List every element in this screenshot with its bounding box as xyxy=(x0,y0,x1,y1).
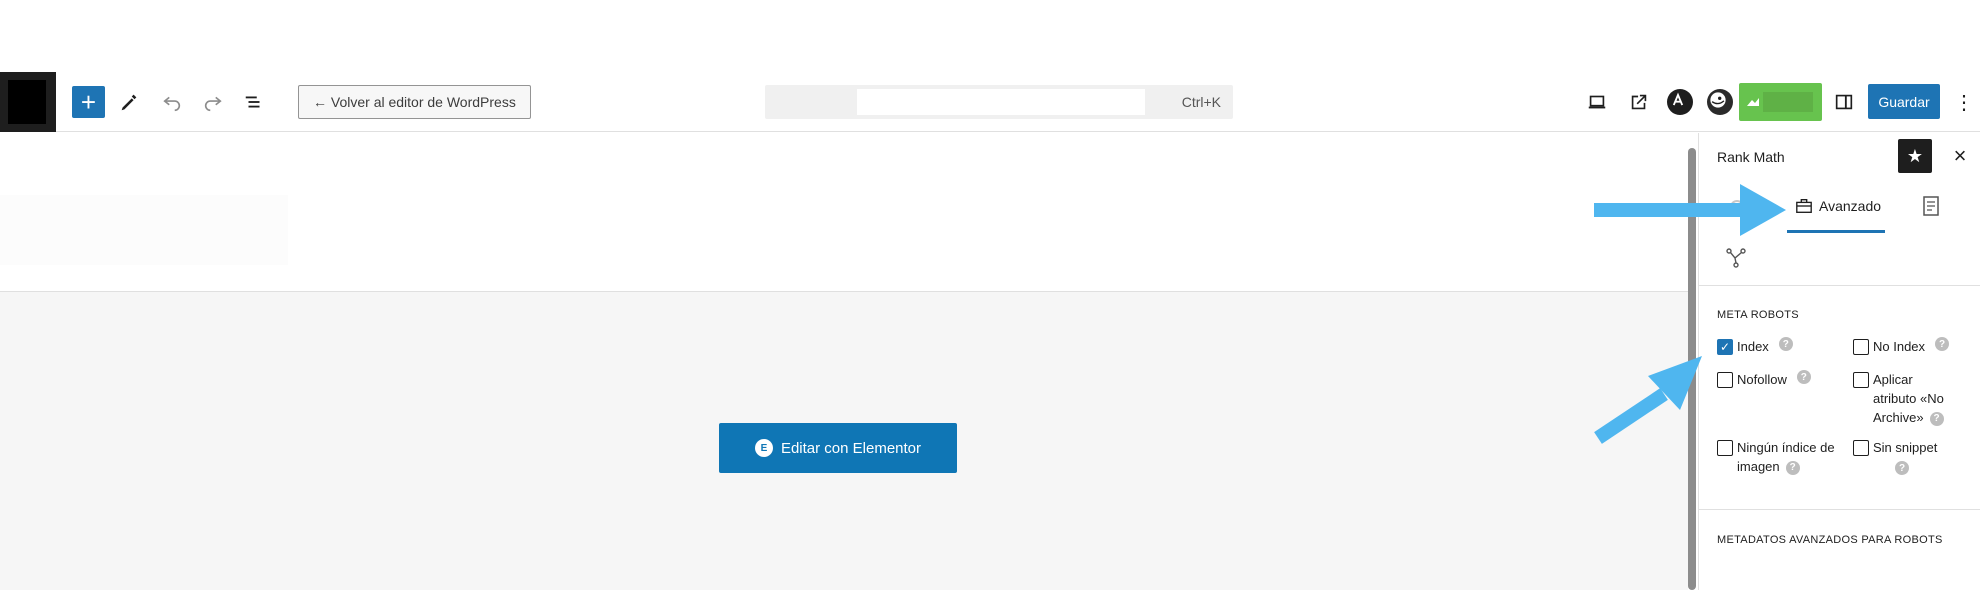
arrow-annotation-index-checkbox xyxy=(1594,356,1702,444)
edit-with-elementor-button[interactable]: E Editar con Elementor xyxy=(719,423,957,473)
schema-icon xyxy=(1726,248,1746,268)
rank-math-score-button[interactable] xyxy=(1739,83,1822,121)
checkbox-noindex[interactable]: No Index ? xyxy=(1853,337,1950,356)
list-view-icon xyxy=(245,96,260,108)
checkbox-index-box[interactable]: ✓ xyxy=(1717,339,1733,355)
checkbox-noarchive[interactable]: Aplicar atributo «No Archive»? xyxy=(1853,370,1944,427)
title-placeholder[interactable] xyxy=(0,195,288,265)
close-sidebar-button[interactable]: × xyxy=(1945,141,1975,171)
divider xyxy=(1699,509,1980,510)
active-tab-indicator xyxy=(1787,230,1885,233)
plus-icon: + xyxy=(80,87,97,117)
more-options-button[interactable]: ⋮ xyxy=(1954,86,1974,118)
checkbox-nofollow-label: Nofollow xyxy=(1737,372,1787,387)
checkbox-nofollow[interactable]: Nofollow ? xyxy=(1717,370,1811,389)
add-block-button[interactable]: + xyxy=(72,86,105,118)
command-palette-bar[interactable]: Ctrl+K xyxy=(765,85,1233,119)
checkbox-index[interactable]: ✓ Index ? xyxy=(1717,337,1793,356)
rank-math-icon xyxy=(1747,98,1759,106)
astra-icon xyxy=(1667,89,1693,115)
more-vertical-icon: ⋮ xyxy=(1954,91,1974,114)
checkbox-nosnippet-box[interactable] xyxy=(1853,440,1869,456)
document-title-field[interactable] xyxy=(857,89,1145,115)
redo-icon xyxy=(204,96,222,112)
sidebar-toggle-icon xyxy=(1835,94,1853,110)
help-icon[interactable]: ? xyxy=(1778,337,1793,351)
editor-toolbar: + ← Volver al editor de WordPress Ctrl+K xyxy=(0,72,1980,132)
meta-robots-title: META ROBOTS xyxy=(1717,309,1799,321)
checkbox-noindex-label: No Index xyxy=(1873,339,1926,354)
checkbox-noindex-box[interactable] xyxy=(1853,339,1869,355)
checkbox-nofollow-box[interactable] xyxy=(1717,372,1733,388)
checkbox-noimageindex[interactable]: Ningún índice de imagen? xyxy=(1717,438,1835,476)
save-button[interactable]: Guardar xyxy=(1868,84,1940,119)
tools-button[interactable] xyxy=(113,86,145,118)
tab-advanced[interactable]: Avanzado xyxy=(1789,189,1887,223)
list-view-button[interactable] xyxy=(238,86,270,118)
divider xyxy=(1699,285,1980,286)
preview-button[interactable] xyxy=(1581,86,1613,118)
close-icon: × xyxy=(1953,143,1967,168)
checkbox-index-label: Index xyxy=(1737,339,1769,354)
tab-schema[interactable] xyxy=(1725,247,1747,269)
checkbox-noimageindex-box[interactable] xyxy=(1717,440,1733,456)
elementor-icon: E xyxy=(754,439,773,457)
checkbox-nosnippet-label: Sin snippet xyxy=(1873,440,1938,455)
back-to-wordpress-button[interactable]: ← Volver al editor de WordPress xyxy=(298,85,531,119)
page-root: + ← Volver al editor de WordPress Ctrl+K xyxy=(0,0,1980,590)
bird-icon xyxy=(1707,89,1733,115)
plugin-button[interactable] xyxy=(1704,86,1736,118)
checkbox-noarchive-label-line2: atributo «No xyxy=(1873,391,1944,406)
help-icon[interactable]: ? xyxy=(1935,337,1950,351)
pin-button[interactable]: ★ xyxy=(1898,139,1932,173)
checkbox-noarchive-label-line1: Aplicar xyxy=(1873,372,1913,387)
settings-sidebar-toggle[interactable] xyxy=(1828,86,1860,118)
redo-button[interactable] xyxy=(197,86,229,118)
help-icon[interactable]: ? xyxy=(1785,460,1800,475)
undo-button[interactable] xyxy=(156,86,188,118)
external-link-icon xyxy=(1631,94,1647,110)
tab-advanced-label: Avanzado xyxy=(1819,198,1882,214)
view-post-button[interactable] xyxy=(1623,86,1655,118)
command-shortcut: Ctrl+K xyxy=(1181,94,1221,110)
help-icon[interactable]: ? xyxy=(1895,461,1909,475)
star-icon: ★ xyxy=(1906,145,1924,166)
sidebar-title: Rank Math xyxy=(1717,149,1785,165)
pen-icon xyxy=(121,94,137,111)
checkbox-noimageindex-label-line2: imagen xyxy=(1737,459,1780,474)
document-icon xyxy=(1923,196,1939,216)
undo-icon xyxy=(163,96,181,112)
wordpress-logo-icon[interactable] xyxy=(0,72,56,132)
checkbox-nosnippet[interactable]: Sin snippet xyxy=(1853,438,1937,457)
checkbox-noarchive-label-line3: Archive» xyxy=(1873,410,1924,425)
tab-social[interactable] xyxy=(1921,195,1941,217)
edit-with-elementor-label: Editar con Elementor xyxy=(780,439,922,457)
advanced-robots-title: METADATOS AVANZADOS PARA ROBOTS xyxy=(1717,534,1943,546)
arrow-annotation-advanced-tab xyxy=(1594,184,1786,236)
help-icon[interactable]: ? xyxy=(1929,411,1944,426)
checkbox-noarchive-box[interactable] xyxy=(1853,372,1869,388)
astra-settings-button[interactable] xyxy=(1664,86,1696,118)
help-icon[interactable]: ? xyxy=(1796,370,1811,384)
desktop-icon xyxy=(1588,95,1606,109)
toolbox-icon xyxy=(1796,199,1812,213)
checkbox-noimageindex-label-line1: Ningún índice de xyxy=(1737,440,1835,455)
